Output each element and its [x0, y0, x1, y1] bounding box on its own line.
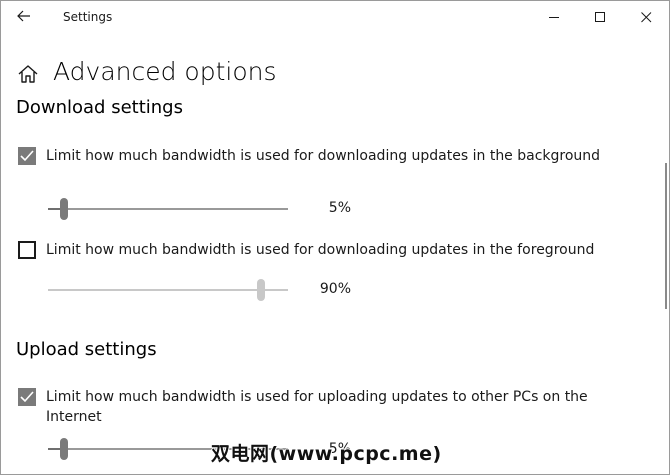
vertical-scrollbar[interactable]: [665, 163, 667, 309]
upload-internet-label: Limit how much bandwidth is used for upl…: [46, 389, 588, 425]
download-background-checkbox[interactable]: [18, 147, 36, 165]
slider-thumb[interactable]: [59, 438, 68, 460]
window-title: Settings: [63, 10, 113, 24]
close-icon: [641, 12, 652, 23]
download-background-value: 5%: [328, 200, 351, 216]
slider-thumb[interactable]: [59, 198, 68, 220]
home-icon[interactable]: [17, 63, 39, 85]
download-background-slider[interactable]: [48, 198, 288, 222]
back-button[interactable]: [9, 5, 41, 29]
slider-track: [48, 208, 288, 210]
maximize-icon: [595, 12, 605, 22]
check-icon: [20, 150, 34, 162]
download-foreground-label: Limit how much bandwidth is used for dow…: [46, 242, 595, 258]
download-foreground-value: 90%: [319, 281, 351, 297]
title-bar: Settings: [1, 1, 669, 33]
slider-track: [48, 289, 288, 291]
watermark-text: 双电网(www.pcpc.me): [211, 443, 442, 465]
download-foreground-checkbox[interactable]: [18, 241, 36, 259]
slider-thumb[interactable]: [256, 279, 265, 301]
check-icon: [20, 391, 34, 403]
back-arrow-icon: [17, 10, 30, 22]
page-title: Advanced options: [53, 57, 277, 86]
download-foreground-slider[interactable]: [48, 279, 288, 303]
close-button[interactable]: [623, 1, 669, 33]
upload-settings-heading: Upload settings: [16, 339, 157, 360]
download-background-label: Limit how much bandwidth is used for dow…: [46, 148, 601, 164]
settings-window: Settings Advanced options Download setti…: [0, 0, 670, 475]
upload-internet-checkbox[interactable]: [18, 388, 36, 406]
minimize-button[interactable]: [531, 1, 577, 33]
minimize-icon: [549, 17, 559, 18]
maximize-button[interactable]: [577, 1, 623, 33]
download-settings-heading: Download settings: [16, 97, 183, 118]
